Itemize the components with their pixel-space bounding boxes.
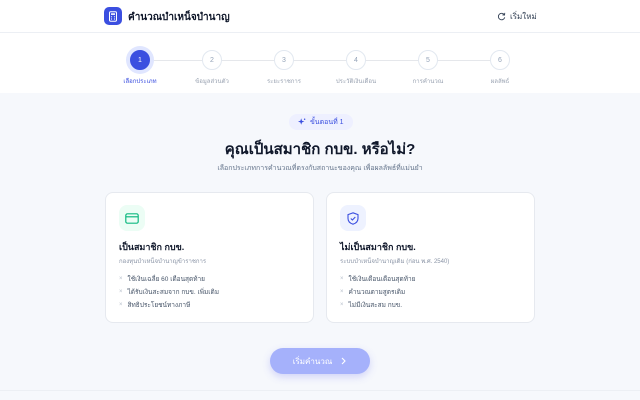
step-label: การคำนวณ [412, 79, 444, 85]
bullet-icon: × [340, 275, 344, 282]
restart-button[interactable]: เริ่มใหม่ [497, 9, 537, 23]
bullet-icon: × [119, 288, 123, 295]
card-title: เป็นสมาชิก กบข. [119, 242, 185, 252]
step-badge: ขั้นตอนที่ 1 [289, 114, 353, 130]
step-circle: 6 [490, 50, 510, 70]
feature-list: × ใช้เงินเดือนเดือนสุดท้าย × คำนวณตามสูตรเ… [340, 272, 415, 311]
restart-label: เริ่มใหม่ [510, 11, 537, 21]
bullet-icon: × [340, 301, 344, 308]
badge-label: ขั้นตอนที่ 1 [310, 118, 344, 126]
bullet-icon: × [119, 301, 123, 308]
credit-card-icon [119, 205, 145, 231]
start-label: เริ่มคำนวณ [292, 356, 333, 366]
step-circle: 1 [130, 50, 150, 70]
list-item: × ได้รับเงินสะสมจาก กบข. เพิ่มเติม [119, 288, 220, 296]
shield-check-icon [340, 205, 366, 231]
page-title: คุณเป็นสมาชิก กบข. หรือไม่? [224, 141, 416, 158]
list-item: × ใช้เงินเดือนเดือนสุดท้าย [340, 275, 416, 283]
list-item: × สิทธิประโยชน์ทางภาษี [119, 301, 191, 309]
list-item: × ไม่มีเงินสะสม กบข. [340, 301, 403, 309]
option-card-member[interactable]: เป็นสมาชิก กบข. กองทุนบำเหน็จบำนาญข้าราช… [105, 192, 314, 323]
option-card-non-member[interactable]: ไม่เป็นสมาชิก กบข. ระบบบำเหน็จบำนาญเดิม … [326, 192, 535, 323]
step-circle: 5 [418, 50, 438, 70]
divider [0, 390, 640, 391]
step-label: ผลลัพธ์ [490, 79, 510, 85]
step-label: ระยะราชการ [266, 79, 302, 85]
step-5[interactable]: 5 การคำนวณ [398, 50, 458, 86]
card-description: กองทุนบำเหน็จบำนาญข้าราชการ [119, 259, 207, 265]
top-bar: คำนวณบำเหน็จบำนาญ เริ่มใหม่ [0, 0, 640, 33]
chevron-right-icon [341, 357, 347, 365]
stepper: 1 เลือกประเภท 2 ข้อมูลส่วนตัว 3 ระยะราชก… [0, 33, 640, 93]
step-1[interactable]: 1 เลือกประเภท [110, 50, 170, 86]
step-2[interactable]: 2 ข้อมูลส่วนตัว [182, 50, 242, 86]
step-label: ประวัติเงินเดือน [335, 79, 377, 85]
card-title: ไม่เป็นสมาชิก กบข. [340, 242, 416, 252]
calculator-icon [104, 7, 122, 25]
step-6[interactable]: 6 ผลลัพธ์ [470, 50, 530, 86]
card-description: ระบบบำเหน็จบำนาญเดิม (ก่อน พ.ศ. 2540) [340, 259, 450, 265]
step-label: เลือกประเภท [123, 79, 157, 85]
sparkle-icon [298, 118, 306, 125]
step-circle: 4 [346, 50, 366, 70]
bullet-icon: × [340, 288, 344, 295]
page-subtitle: เลือกประเภทการคำนวณที่ตรงกับสถานะของคุณ … [217, 165, 423, 172]
bullet-icon: × [119, 275, 123, 282]
refresh-icon [497, 12, 506, 20]
step-3[interactable]: 3 ระยะราชการ [254, 50, 314, 86]
app-title: คำนวณบำเหน็จบำนาญ [128, 12, 230, 23]
list-item: × ใช้เงินเฉลี่ย 60 เดือนสุดท้าย [119, 275, 205, 283]
list-item: × คำนวณตามสูตรเดิม [340, 288, 406, 296]
step-4[interactable]: 4 ประวัติเงินเดือน [326, 50, 386, 86]
step-circle: 3 [274, 50, 294, 70]
start-calculation-button[interactable]: เริ่มคำนวณ [270, 348, 370, 374]
step-circle: 2 [202, 50, 222, 70]
feature-list: × ใช้เงินเฉลี่ย 60 เดือนสุดท้าย × ได้รับเง… [119, 272, 219, 311]
step-label: ข้อมูลส่วนตัว [195, 79, 229, 85]
